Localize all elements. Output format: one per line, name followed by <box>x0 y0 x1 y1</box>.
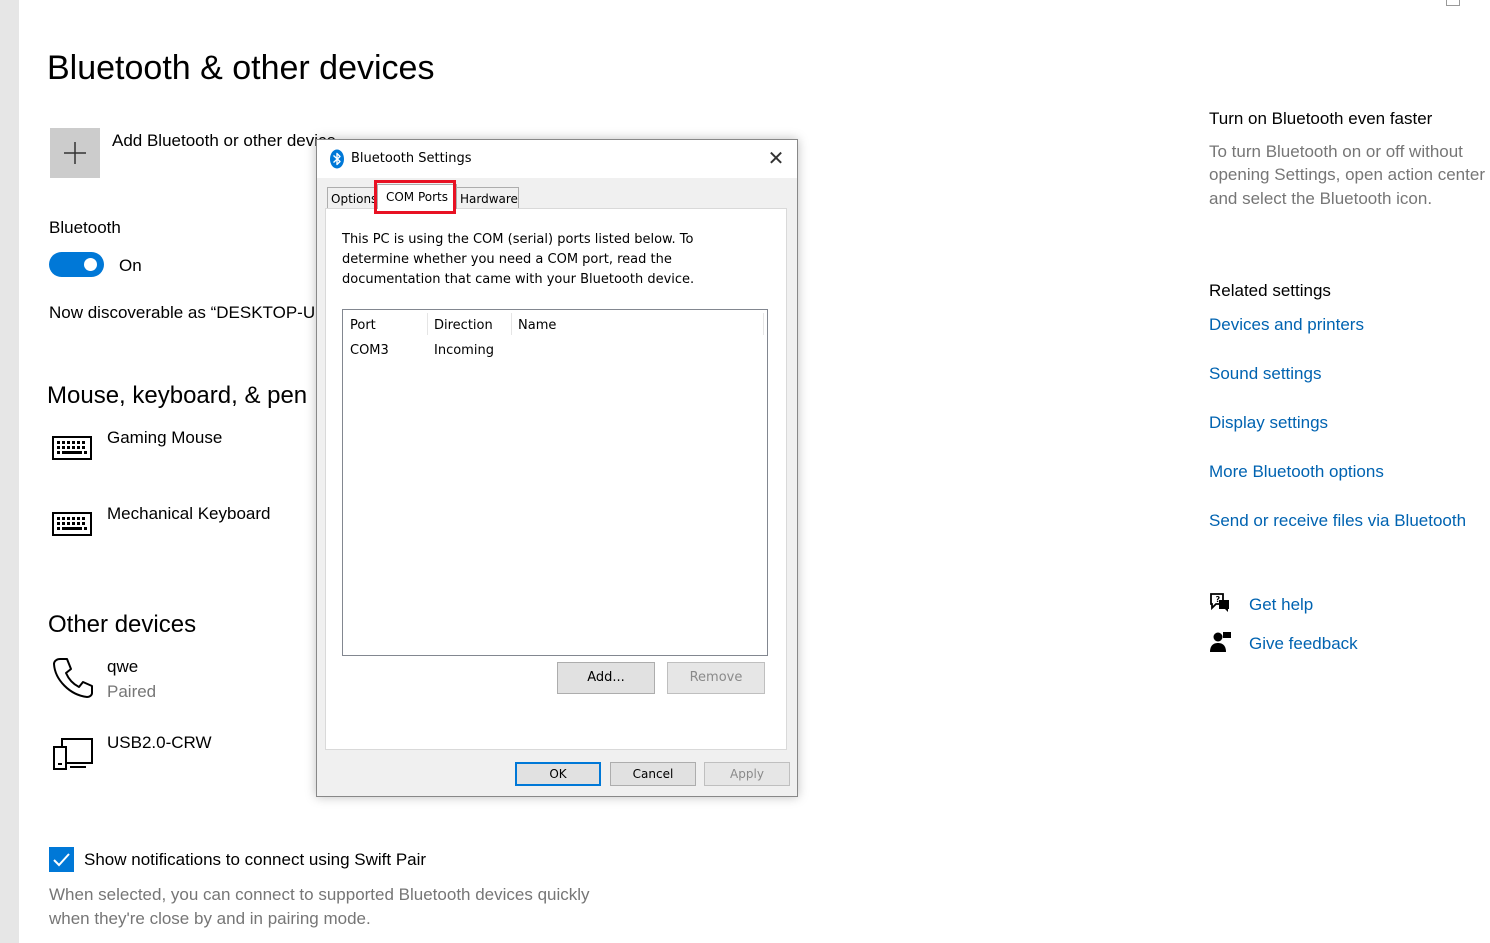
link-sound-settings[interactable]: Sound settings <box>1209 364 1321 384</box>
device-qwe[interactable]: qwe <box>107 657 138 677</box>
help-icon: ? <box>1208 592 1232 614</box>
mouse-keyboard-section-title: Mouse, keyboard, & pen <box>47 382 308 409</box>
com-ports-list[interactable]: Port Direction Name COM3 Incoming <box>342 309 768 656</box>
keyboard-icon <box>52 512 92 536</box>
feedback-icon <box>1208 631 1232 653</box>
add-device-button[interactable] <box>50 128 100 178</box>
close-icon[interactable]: ✕ <box>765 148 787 170</box>
row-com3-port[interactable]: COM3 <box>350 343 389 358</box>
bluetooth-settings-dialog: Bluetooth Settings ✕ Options COM Ports H… <box>316 139 798 797</box>
bluetooth-label: Bluetooth <box>49 218 121 237</box>
link-more-bluetooth-options[interactable]: More Bluetooth options <box>1209 462 1384 482</box>
bluetooth-icon <box>329 149 345 169</box>
column-divider[interactable] <box>427 313 428 335</box>
apply-button[interactable]: Apply <box>704 762 790 786</box>
related-settings-title: Related settings <box>1209 281 1331 300</box>
faster-title: Turn on Bluetooth even faster <box>1209 109 1433 128</box>
add-port-button[interactable]: Add... <box>557 662 655 694</box>
faster-desc-1: To turn Bluetooth on or off without <box>1209 142 1463 161</box>
link-display-settings[interactable]: Display settings <box>1209 413 1328 433</box>
toggle-knob <box>84 258 97 271</box>
dialog-title: Bluetooth Settings <box>351 151 472 166</box>
swift-pair-desc-1: When selected, you can connect to suppor… <box>49 885 590 904</box>
add-device-label[interactable]: Add Bluetooth or other device <box>112 131 336 151</box>
com-ports-description: This PC is using the COM (serial) ports … <box>342 232 695 287</box>
bluetooth-state: On <box>119 256 142 275</box>
get-help-link[interactable]: Get help <box>1249 595 1313 615</box>
link-send-receive-files[interactable]: Send or receive files via Bluetooth <box>1209 511 1466 531</box>
tab-options[interactable]: Options <box>327 187 376 208</box>
window-corner-glyph <box>1446 0 1460 6</box>
device-icon <box>52 737 94 771</box>
give-feedback-link[interactable]: Give feedback <box>1249 634 1358 654</box>
discoverable-text: Now discoverable as “DESKTOP-UE <box>49 303 316 322</box>
faster-desc-2: opening Settings, open action center <box>1209 165 1485 184</box>
device-gaming-mouse[interactable]: Gaming Mouse <box>107 428 222 448</box>
device-usb-crw[interactable]: USB2.0-CRW <box>107 733 212 753</box>
page-title: Bluetooth & other devices <box>47 49 435 87</box>
bluetooth-toggle[interactable] <box>49 252 104 277</box>
column-header-port[interactable]: Port <box>350 318 376 333</box>
highlight-box <box>374 180 456 214</box>
left-edge-strip <box>0 0 19 943</box>
cancel-button[interactable]: Cancel <box>610 762 696 786</box>
column-header-name[interactable]: Name <box>518 318 556 333</box>
column-divider[interactable] <box>763 313 764 335</box>
swift-pair-checkbox[interactable] <box>49 847 74 872</box>
swift-pair-label[interactable]: Show notifications to connect using Swif… <box>84 850 426 870</box>
column-header-direction[interactable]: Direction <box>434 318 493 333</box>
device-qwe-status: Paired <box>107 682 157 701</box>
keyboard-icon <box>52 436 92 460</box>
other-devices-section-title: Other devices <box>48 611 197 638</box>
ok-button[interactable]: OK <box>515 762 601 786</box>
tab-hardware[interactable]: Hardware <box>456 187 519 208</box>
faster-desc-3: and select the Bluetooth icon. <box>1209 189 1433 208</box>
device-mechanical-keyboard[interactable]: Mechanical Keyboard <box>107 504 270 524</box>
swift-pair-desc-2: when they're close by and in pairing mod… <box>49 909 371 928</box>
column-divider[interactable] <box>511 313 512 335</box>
checkmark-icon <box>53 853 70 867</box>
svg-text:?: ? <box>1216 595 1221 604</box>
row-com3-direction[interactable]: Incoming <box>434 343 494 358</box>
plus-icon <box>64 142 86 164</box>
phone-icon <box>52 656 94 698</box>
remove-port-button[interactable]: Remove <box>667 662 765 694</box>
link-devices-and-printers[interactable]: Devices and printers <box>1209 315 1364 335</box>
